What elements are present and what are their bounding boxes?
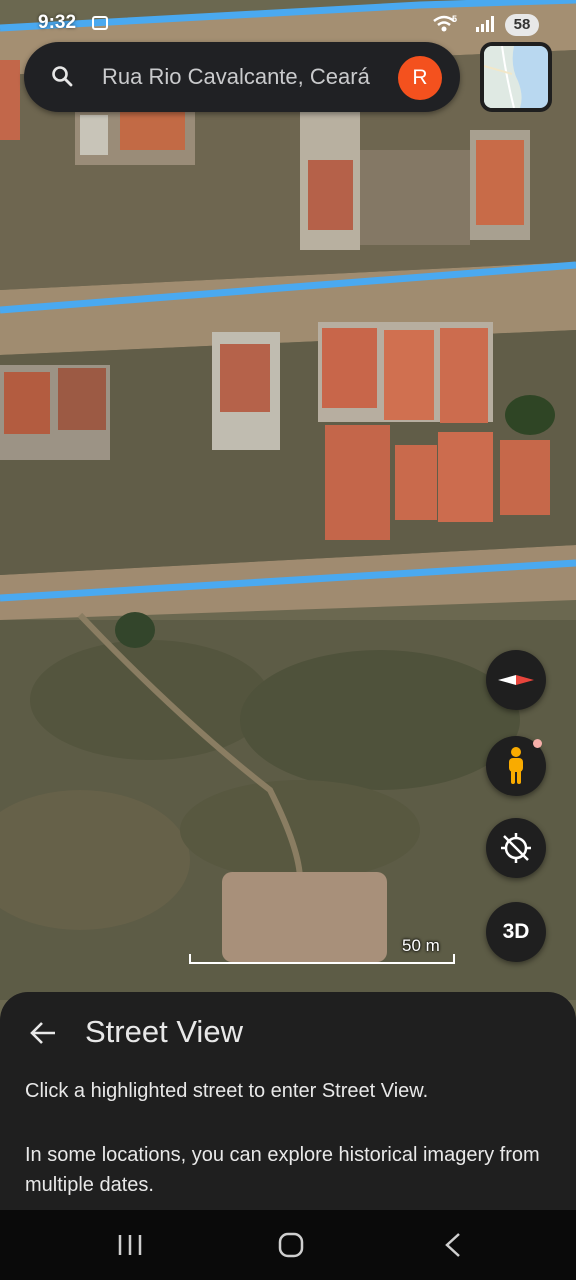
compass-button[interactable] (486, 650, 546, 710)
compass-icon (498, 675, 534, 685)
search-icon[interactable] (50, 64, 74, 88)
search-input[interactable]: Rua Rio Cavalcante, Ceará (102, 63, 378, 91)
gallery-notification-icon (92, 16, 108, 30)
3d-toggle-button[interactable]: 3D (486, 902, 546, 962)
notification-dot (533, 739, 542, 748)
street-view-sheet: Street View Click a highlighted street t… (0, 992, 576, 1212)
scale-label: 50 m (402, 936, 440, 955)
back-arrow-icon[interactable] (28, 1018, 58, 1048)
back-icon[interactable] (442, 1232, 464, 1258)
home-icon[interactable] (278, 1232, 304, 1258)
scale-bar (189, 954, 455, 964)
pegman-icon (509, 747, 523, 784)
street-view-pegman-button[interactable] (486, 736, 546, 796)
sheet-title: Street View (85, 1014, 243, 1049)
location-disabled-icon (501, 833, 531, 863)
svg-text:5: 5 (452, 14, 457, 24)
system-nav-bar (0, 1210, 576, 1280)
search-bar[interactable]: Rua Rio Cavalcante, Ceará R (24, 42, 460, 112)
status-time: 9:32 (38, 12, 77, 33)
battery-indicator: 58 (505, 14, 539, 36)
my-location-button[interactable] (486, 818, 546, 878)
map-thumbnail-icon (484, 46, 548, 108)
sheet-historical-note: In some locations, you can explore histo… (25, 1144, 540, 1196)
signal-icon (476, 16, 494, 32)
account-avatar[interactable]: R (398, 56, 442, 100)
recent-apps-icon[interactable] (116, 1232, 144, 1258)
sheet-instruction: Click a highlighted street to enter Stre… (25, 1080, 429, 1102)
map-layers-button[interactable] (480, 42, 552, 112)
wifi-icon: 5 (433, 14, 457, 32)
